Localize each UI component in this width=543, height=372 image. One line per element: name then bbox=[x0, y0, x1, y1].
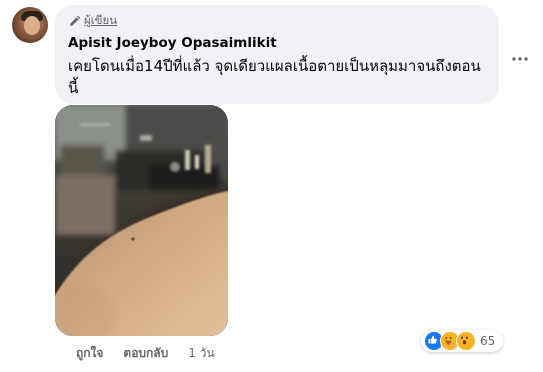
like-button[interactable]: ถูกใจ bbox=[76, 344, 103, 363]
comment-text: เคยโดนเมื่อ14ปีที่แล้ว จุดเดียวแผลเนื้อต… bbox=[68, 57, 481, 97]
avatar-face bbox=[24, 16, 40, 35]
reply-button[interactable]: ตอบกลับ bbox=[123, 344, 168, 363]
avatar[interactable] bbox=[12, 7, 48, 43]
reactions-summary[interactable]: 65 bbox=[421, 330, 504, 352]
reaction-count: 65 bbox=[480, 334, 496, 348]
comment-actions: ถูกใจ ตอบกลับ 1 วัน bbox=[76, 344, 215, 363]
author-name[interactable]: Apisit Joeyboy Opasaimlikit bbox=[68, 35, 277, 51]
author-badge: ผู้เขียน bbox=[68, 12, 117, 30]
more-horizontal-icon[interactable] bbox=[510, 50, 530, 62]
timestamp[interactable]: 1 วัน bbox=[188, 344, 214, 363]
wow-reaction-icon bbox=[456, 331, 476, 351]
comment-thread: ผู้เขียน Apisit Joeyboy Opasaimlikit เคย… bbox=[0, 0, 543, 372]
author-badge-label: ผู้เขียน bbox=[84, 13, 118, 27]
pen-icon bbox=[68, 15, 81, 28]
comment-photo[interactable] bbox=[55, 105, 228, 336]
